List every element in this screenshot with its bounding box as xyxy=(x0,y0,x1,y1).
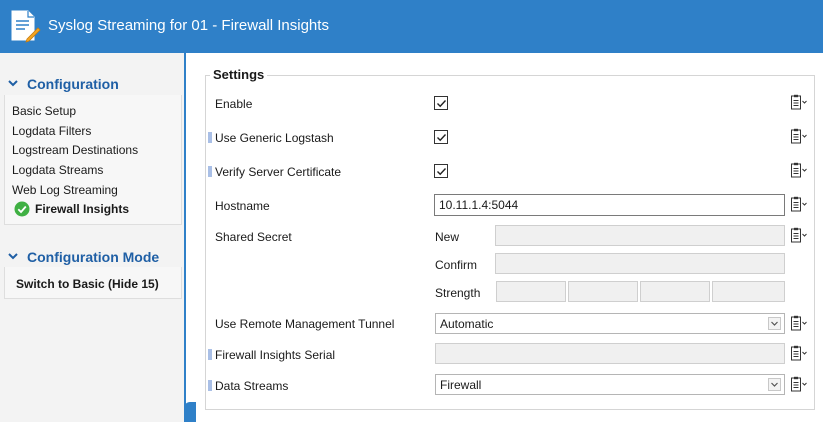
new-secret-label: New xyxy=(435,230,460,244)
clipboard-icon[interactable] xyxy=(790,162,808,178)
verify-cert-checkbox[interactable] xyxy=(434,164,448,178)
clipboard-icon[interactable] xyxy=(790,128,808,144)
sidebar-item-logstream-destinations[interactable]: Logstream Destinations xyxy=(12,143,138,157)
data-streams-value: Firewall xyxy=(440,378,482,392)
shared-secret-label: Shared Secret xyxy=(215,230,292,244)
clipboard-icon[interactable] xyxy=(790,94,808,110)
enable-label: Enable xyxy=(215,97,253,111)
dropdown-arrow-icon xyxy=(768,317,781,330)
enable-checkbox[interactable] xyxy=(434,96,448,110)
sidebar: Configuration Basic Setup Logdata Filter… xyxy=(0,53,186,422)
configuration-mode-section-header[interactable]: Configuration Mode xyxy=(6,249,159,265)
sidebar-item-firewall-insights[interactable]: Firewall Insights xyxy=(14,201,129,217)
modified-marker xyxy=(208,166,212,177)
sidebar-item-label: Firewall Insights xyxy=(35,202,130,216)
strength-meter-segment xyxy=(496,281,566,302)
clipboard-icon[interactable] xyxy=(790,196,808,212)
checkmark-icon xyxy=(437,134,447,142)
strength-meter-segment xyxy=(640,281,710,302)
new-secret-input[interactable] xyxy=(495,225,785,246)
sidebar-item-logdata-filters[interactable]: Logdata Filters xyxy=(12,124,91,138)
title-bar: Syslog Streaming for 01 - Firewall Insig… xyxy=(0,0,823,53)
modified-marker xyxy=(208,380,212,391)
checkmark-icon xyxy=(437,100,447,108)
chevron-icon xyxy=(8,253,18,260)
settings-title: Settings xyxy=(210,67,268,82)
confirm-secret-label: Confirm xyxy=(435,258,478,272)
sidebar-item-logdata-streams[interactable]: Logdata Streams xyxy=(12,163,103,177)
configuration-section-header[interactable]: Configuration xyxy=(6,76,119,92)
check-circle-icon xyxy=(14,201,30,217)
remote-tunnel-select[interactable]: Automatic xyxy=(435,313,785,334)
clipboard-icon[interactable] xyxy=(790,376,808,392)
generic-logstash-label: Use Generic Logstash xyxy=(215,131,334,145)
window-title: Syslog Streaming for 01 - Firewall Insig… xyxy=(48,17,329,34)
sidebar-item-basic-setup[interactable]: Basic Setup xyxy=(12,104,76,118)
checkmark-icon xyxy=(437,168,447,176)
modified-marker xyxy=(208,349,212,360)
strength-meter-segment xyxy=(712,281,785,302)
configuration-heading: Configuration xyxy=(27,76,119,92)
hostname-label: Hostname xyxy=(215,199,270,213)
data-streams-select[interactable]: Firewall xyxy=(435,374,785,395)
configuration-mode-heading: Configuration Mode xyxy=(27,249,160,265)
verify-cert-label: Verify Server Certificate xyxy=(215,165,342,179)
generic-logstash-checkbox[interactable] xyxy=(434,130,448,144)
data-streams-label: Data Streams xyxy=(215,379,289,393)
document-edit-icon xyxy=(11,10,41,43)
remote-tunnel-label: Use Remote Management Tunnel xyxy=(215,317,395,331)
clipboard-icon[interactable] xyxy=(790,227,808,243)
strength-label: Strength xyxy=(435,286,481,300)
sidebar-collapse-handle[interactable] xyxy=(184,402,196,422)
clipboard-icon[interactable] xyxy=(790,315,808,331)
clipboard-icon[interactable] xyxy=(790,345,808,361)
confirm-secret-input[interactable] xyxy=(495,253,785,274)
hostname-input[interactable]: 10.11.1.4:5044 xyxy=(434,194,785,216)
sidebar-item-web-log-streaming[interactable]: Web Log Streaming xyxy=(12,183,118,197)
chevron-icon xyxy=(8,80,18,87)
switch-to-basic-link[interactable]: Switch to Basic (Hide 15) xyxy=(16,277,159,291)
fi-serial-label: Firewall Insights Serial xyxy=(215,348,336,362)
modified-marker xyxy=(208,132,212,143)
remote-tunnel-value: Automatic xyxy=(440,317,494,331)
dropdown-arrow-icon xyxy=(768,378,781,391)
fi-serial-input[interactable] xyxy=(435,343,785,364)
strength-meter-segment xyxy=(568,281,638,302)
